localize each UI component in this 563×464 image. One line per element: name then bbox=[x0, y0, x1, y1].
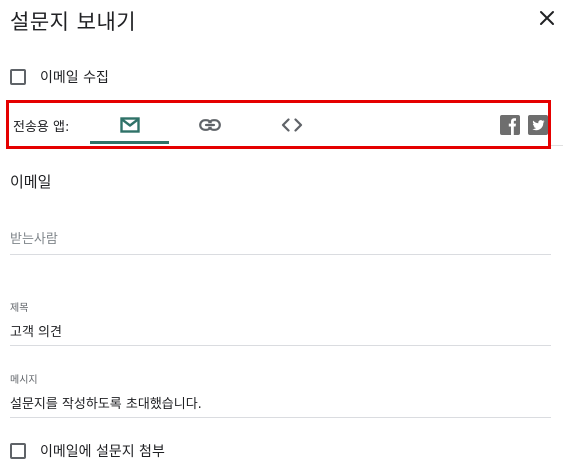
message-input[interactable] bbox=[10, 395, 551, 418]
tab-email[interactable] bbox=[90, 103, 169, 146]
close-icon bbox=[540, 11, 554, 25]
collect-email-checkbox[interactable] bbox=[10, 69, 26, 85]
include-form-checkbox-row[interactable]: 이메일에 설문지 첨부 bbox=[10, 440, 165, 462]
twitter-share-button[interactable] bbox=[528, 115, 548, 135]
tab-bar-divider bbox=[551, 145, 563, 146]
message-field: 메시지 bbox=[10, 371, 551, 418]
send-via-label: 전송용 앱: bbox=[13, 120, 70, 135]
include-form-checkbox[interactable] bbox=[10, 443, 26, 459]
facebook-share-button[interactable] bbox=[500, 115, 520, 135]
selected-tab-indicator bbox=[90, 141, 169, 144]
link-icon bbox=[199, 118, 221, 131]
recipients-input[interactable] bbox=[10, 232, 551, 255]
tab-embed[interactable] bbox=[254, 103, 330, 146]
close-button[interactable] bbox=[537, 8, 557, 28]
facebook-icon bbox=[508, 118, 516, 135]
subject-label: 제목 bbox=[10, 303, 29, 314]
subject-field: 제목 bbox=[10, 299, 551, 346]
email-section-heading: 이메일 bbox=[10, 173, 52, 191]
twitter-icon bbox=[532, 120, 545, 131]
embed-code-icon bbox=[281, 117, 303, 132]
mail-icon bbox=[119, 116, 140, 133]
message-label: 메시지 bbox=[10, 375, 38, 386]
include-form-label: 이메일에 설문지 첨부 bbox=[40, 444, 165, 460]
collect-email-label: 이메일 수집 bbox=[40, 70, 109, 86]
send-form-dialog: 설문지 보내기 이메일 수집 전송용 앱: 이메일 받는사람 제목 고객 의견 … bbox=[0, 0, 563, 464]
tab-link[interactable] bbox=[172, 103, 248, 146]
send-via-bar: 전송용 앱: bbox=[6, 100, 551, 149]
to-field bbox=[10, 232, 551, 255]
subject-input[interactable] bbox=[10, 323, 551, 346]
collect-email-checkbox-row[interactable]: 이메일 수집 bbox=[10, 66, 109, 88]
dialog-title: 설문지 보내기 bbox=[10, 10, 137, 34]
